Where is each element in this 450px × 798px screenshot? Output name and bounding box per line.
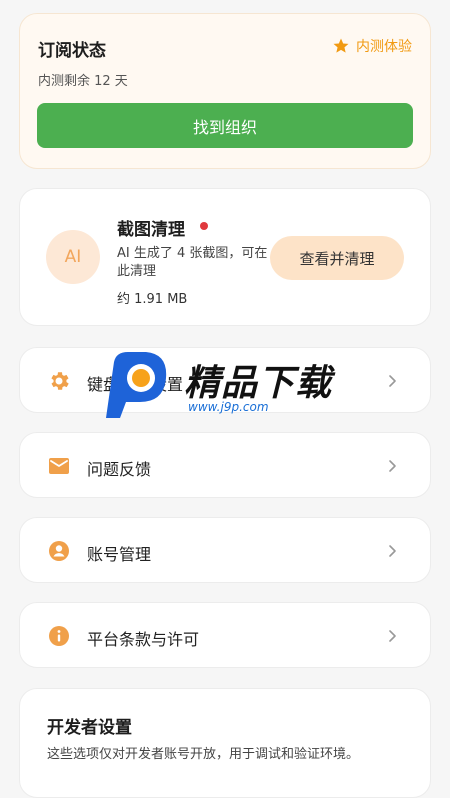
- settings-item-account[interactable]: 账号管理: [19, 517, 431, 583]
- beta-badge-label: 内测体验: [356, 39, 412, 55]
- cleanup-title: 截图清理: [117, 220, 185, 240]
- notification-dot: [200, 222, 208, 230]
- developer-settings-title: 开发者设置: [47, 718, 132, 738]
- ai-avatar: AI: [46, 230, 100, 284]
- beta-badge: 内测体验: [332, 36, 412, 56]
- settings-item-keyboard-shortcuts[interactable]: 键盘快捷设置: [19, 347, 431, 413]
- subscription-title: 订阅状态: [38, 41, 106, 61]
- chevron-right-icon: [384, 543, 400, 559]
- info-icon: [47, 624, 71, 648]
- chevron-right-icon: [384, 628, 400, 644]
- settings-item-label: 键盘快捷设置: [87, 375, 184, 394]
- screenshot-cleanup-card: AI 截图清理 AI 生成了 4 张截图，可在此清理 约 1.91 MB 查看并…: [19, 188, 431, 326]
- account-icon: [47, 539, 71, 563]
- view-and-clean-button[interactable]: 查看并清理: [270, 236, 404, 280]
- developer-settings-card: 开发者设置 这些选项仅对开发者账号开放，用于调试和验证环境。: [19, 688, 431, 798]
- settings-item-label: 平台条款与许可: [87, 630, 200, 649]
- chevron-right-icon: [384, 458, 400, 474]
- mail-icon: [47, 454, 71, 478]
- cleanup-description: AI 生成了 4 张截图，可在此清理: [117, 246, 268, 279]
- cleanup-size: 约 1.91 MB: [117, 292, 188, 307]
- subscription-card: 订阅状态 内测体验 内测剩余 12 天 找到组织: [19, 13, 431, 169]
- settings-item-label: 问题反馈: [87, 460, 152, 479]
- gear-icon: [47, 369, 71, 393]
- settings-item-feedback[interactable]: 问题反馈: [19, 432, 431, 498]
- find-organization-button[interactable]: 找到组织: [37, 103, 413, 148]
- settings-item-terms[interactable]: 平台条款与许可: [19, 602, 431, 668]
- star-icon: [332, 37, 350, 55]
- developer-settings-description: 这些选项仅对开发者账号开放，用于调试和验证环境。: [47, 747, 360, 762]
- chevron-right-icon: [384, 373, 400, 389]
- settings-item-label: 账号管理: [87, 545, 152, 564]
- remaining-days: 内测剩余 12 天: [38, 74, 128, 89]
